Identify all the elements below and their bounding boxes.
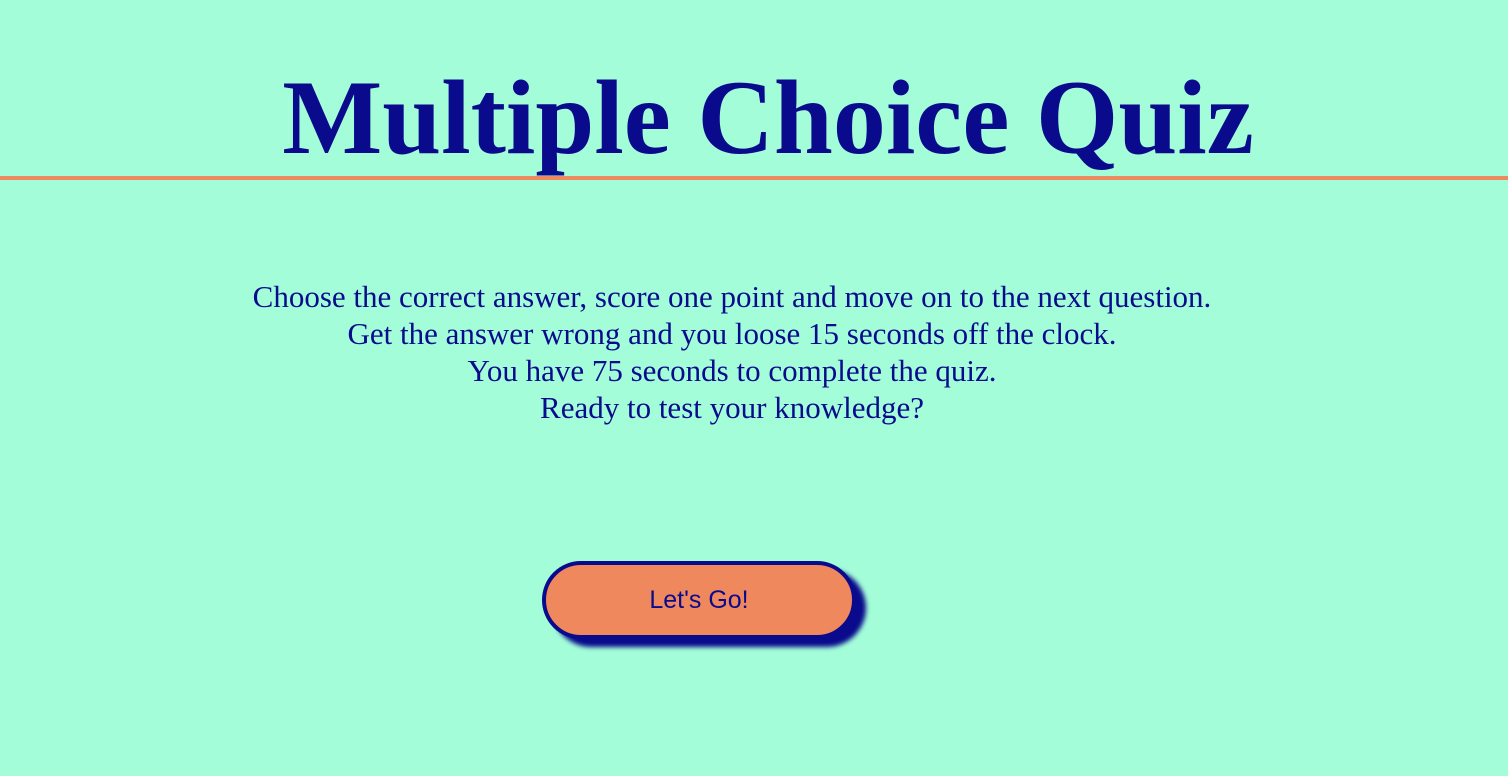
page-header: Multiple Choice Quiz [0,0,1508,180]
quiz-start-page: Multiple Choice Quiz Choose the correct … [0,0,1508,776]
instruction-line: Choose the correct answer, score one poi… [252,279,1212,314]
page-title: Multiple Choice Quiz [282,59,1254,176]
instruction-line: Ready to test your knowledge? [540,390,924,425]
instruction-line: You have 75 seconds to complete the quiz… [467,353,997,388]
instruction-line: Get the answer wrong and you loose 15 se… [347,316,1117,351]
quiz-instructions: Choose the correct answer, score one poi… [236,278,1228,426]
start-quiz-button[interactable]: Let's Go! [542,561,856,639]
